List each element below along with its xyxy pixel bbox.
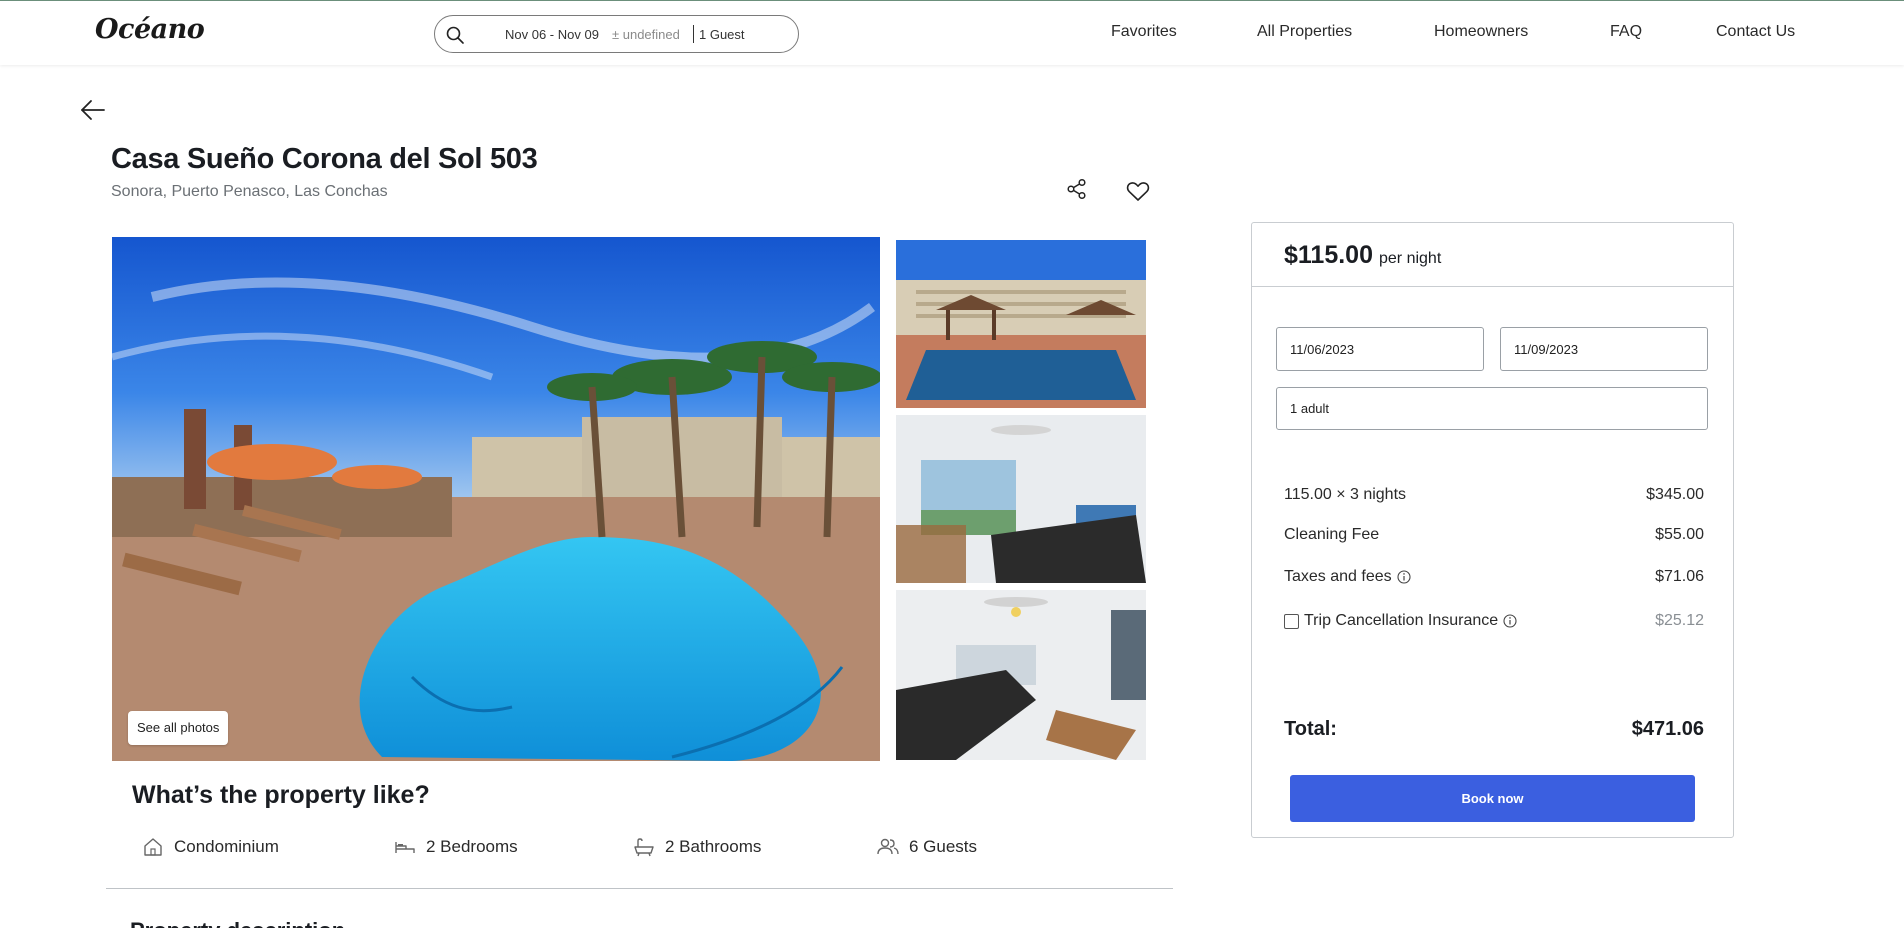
thumbnail-photo-2[interactable]: [896, 415, 1146, 583]
site-logo[interactable]: Océano: [95, 14, 205, 45]
taxes-label-group: Taxes and fees: [1284, 568, 1411, 586]
insurance-value: $25.12: [1655, 612, 1704, 629]
insurance-checkbox[interactable]: [1284, 613, 1299, 629]
share-icon[interactable]: [1066, 178, 1088, 200]
nav-homeowners[interactable]: Homeowners: [1434, 23, 1528, 41]
insurance-label: Trip Cancellation Insurance: [1304, 612, 1499, 629]
see-all-photos-button[interactable]: See all photos: [128, 711, 229, 745]
property-location: Sonora, Puerto Penasco, Las Conchas: [111, 183, 388, 200]
house-icon: [144, 838, 162, 856]
book-now-button[interactable]: Book now: [1290, 775, 1695, 822]
feature-label: Condominium: [174, 837, 279, 856]
bathtub-icon: [634, 838, 654, 857]
taxes-value: $71.06: [1655, 568, 1704, 585]
feature-label: 2 Bedrooms: [426, 837, 518, 856]
property-title: Casa Sueño Corona del Sol 503: [111, 143, 538, 175]
back-arrow-icon[interactable]: [80, 98, 106, 122]
checkin-date-field[interactable]: [1276, 327, 1484, 371]
search-dates[interactable]: Nov 06 - Nov 09: [505, 27, 599, 42]
nights-value: $345.00: [1646, 486, 1704, 503]
pool-photo-illustration: [112, 237, 880, 761]
bed-icon: [395, 842, 415, 853]
feature-property-type: Condominium: [142, 837, 279, 857]
guests-field[interactable]: [1276, 387, 1708, 430]
section-divider: [106, 888, 1173, 889]
price-unit: per night: [1379, 250, 1442, 267]
nights-label: 115.00 × 3 nights: [1284, 486, 1407, 503]
pool-building-photo: [896, 240, 1146, 408]
card-divider: [1252, 286, 1733, 287]
search-bar[interactable]: Nov 06 - Nov 09 ± undefined 1 Guest: [434, 15, 799, 53]
feature-label: 2 Bathrooms: [665, 837, 762, 856]
main-photo[interactable]: [112, 237, 880, 761]
nav-faq[interactable]: FAQ: [1610, 23, 1642, 41]
thumbnail-photo-3[interactable]: [896, 590, 1146, 760]
cleaning-fee-value: $55.00: [1655, 526, 1704, 543]
taxes-label: Taxes and fees: [1284, 568, 1392, 585]
cleaning-fee-line: Cleaning Fee $55.00: [1284, 526, 1704, 544]
taxes-line: Taxes and fees $71.06: [1284, 568, 1704, 586]
feature-bathrooms: 2 Bathrooms: [633, 837, 761, 857]
property-section-heading: What’s the property like?: [132, 781, 430, 809]
checkout-date-field[interactable]: [1500, 327, 1708, 371]
feature-bedrooms: 2 Bedrooms: [394, 837, 518, 857]
search-guests[interactable]: 1 Guest: [699, 27, 745, 42]
living-room-photo: [896, 415, 1146, 583]
nav-contact-us[interactable]: Contact Us: [1716, 23, 1795, 41]
insurance-line: Trip Cancellation Insurance $25.12: [1284, 612, 1704, 630]
nights-line: 115.00 × 3 nights $345.00: [1284, 486, 1704, 504]
guests-icon: [877, 838, 899, 855]
nav-favorites[interactable]: Favorites: [1111, 23, 1177, 41]
top-navbar: Océano Nov 06 - Nov 09 ± undefined 1 Gue…: [0, 0, 1904, 65]
total-label: Total:: [1284, 718, 1337, 740]
property-description-heading: Property description: [130, 918, 345, 928]
search-separator: [693, 25, 694, 43]
nightly-price: $115.00 per night: [1284, 241, 1441, 270]
price-amount: $115.00: [1284, 241, 1373, 269]
total-value: $471.06: [1631, 718, 1704, 740]
search-flex-days[interactable]: ± undefined: [612, 27, 680, 42]
total-line: Total: $471.06: [1284, 718, 1704, 741]
heart-icon[interactable]: [1126, 180, 1150, 202]
info-icon[interactable]: [1397, 570, 1411, 584]
search-icon: [446, 26, 464, 44]
cleaning-fee-label: Cleaning Fee: [1284, 526, 1380, 543]
sectional-sofa-photo: [896, 590, 1146, 760]
feature-label: 6 Guests: [909, 837, 978, 856]
insurance-label-group: Trip Cancellation Insurance: [1284, 612, 1517, 630]
booking-card: $115.00 per night 115.00 × 3 nights $345…: [1251, 222, 1734, 838]
thumbnail-photo-1[interactable]: [896, 240, 1146, 408]
feature-guests: 6 Guests: [877, 837, 977, 857]
nav-all-properties[interactable]: All Properties: [1257, 23, 1352, 41]
info-icon[interactable]: [1503, 614, 1517, 628]
